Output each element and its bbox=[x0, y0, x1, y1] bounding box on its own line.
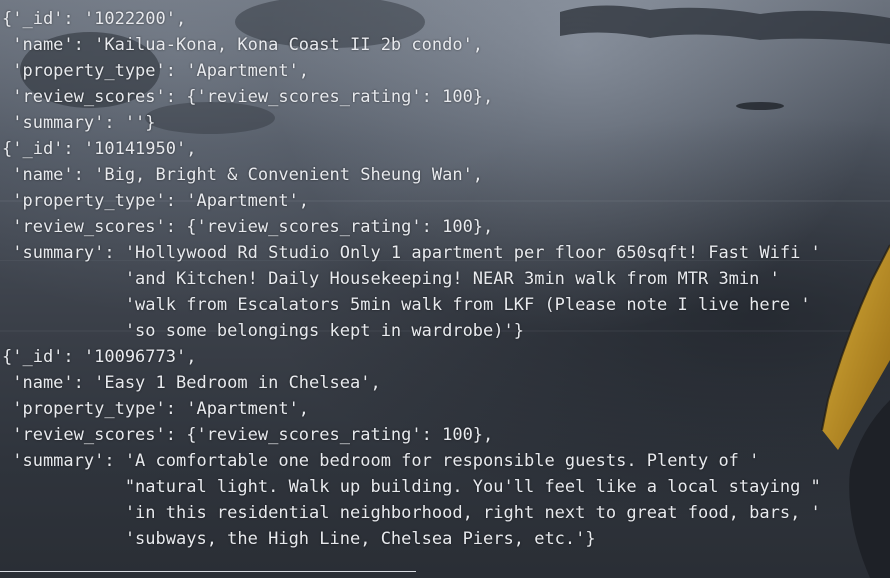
terminal-line: 'review_scores': {'review_scores_rating'… bbox=[2, 425, 494, 445]
terminal-line: 'property_type': 'Apartment', bbox=[2, 61, 310, 81]
terminal-line: 'name': 'Big, Bright & Convenient Sheung… bbox=[2, 165, 484, 185]
terminal-line: 'name': 'Easy 1 Bedroom in Chelsea', bbox=[2, 373, 381, 393]
terminal-line: 'subways, the High Line, Chelsea Piers, … bbox=[2, 529, 596, 549]
terminal-line: 'name': 'Kailua-Kona, Kona Coast II 2b c… bbox=[2, 35, 484, 55]
terminal-output: {'_id': '1022200', 'name': 'Kailua-Kona,… bbox=[0, 6, 890, 571]
terminal-line: 'so some belongings kept in wardrobe)'} bbox=[2, 321, 524, 341]
terminal-line: 'walk from Escalators 5min walk from LKF… bbox=[2, 295, 811, 315]
terminal-line: 'in this residential neighborhood, right… bbox=[2, 503, 821, 523]
terminal-line: 'review_scores': {'review_scores_rating'… bbox=[2, 87, 494, 107]
terminal-line: 'summary': 'A comfortable one bedroom fo… bbox=[2, 451, 760, 471]
terminal-line: 'review_scores': {'review_scores_rating'… bbox=[2, 217, 494, 237]
terminal-line: 'and Kitchen! Daily Housekeeping! NEAR 3… bbox=[2, 269, 780, 289]
terminal-line: 'property_type': 'Apartment', bbox=[2, 399, 310, 419]
terminal-line: {'_id': '10096773', bbox=[2, 347, 197, 367]
output-divider bbox=[0, 571, 416, 572]
terminal-line: {'_id': '1022200', bbox=[2, 9, 187, 29]
terminal-line: 'property_type': 'Apartment', bbox=[2, 191, 310, 211]
terminal-line: {'_id': '10141950', bbox=[2, 139, 197, 159]
terminal-line: 'summary': 'Hollywood Rd Studio Only 1 a… bbox=[2, 243, 821, 263]
desktop: { "terminal": { "lines": [ "{'_id': '102… bbox=[0, 0, 890, 578]
terminal-line: "natural light. Walk up building. You'll… bbox=[2, 477, 821, 497]
terminal-line: 'summary': ''} bbox=[2, 113, 156, 133]
